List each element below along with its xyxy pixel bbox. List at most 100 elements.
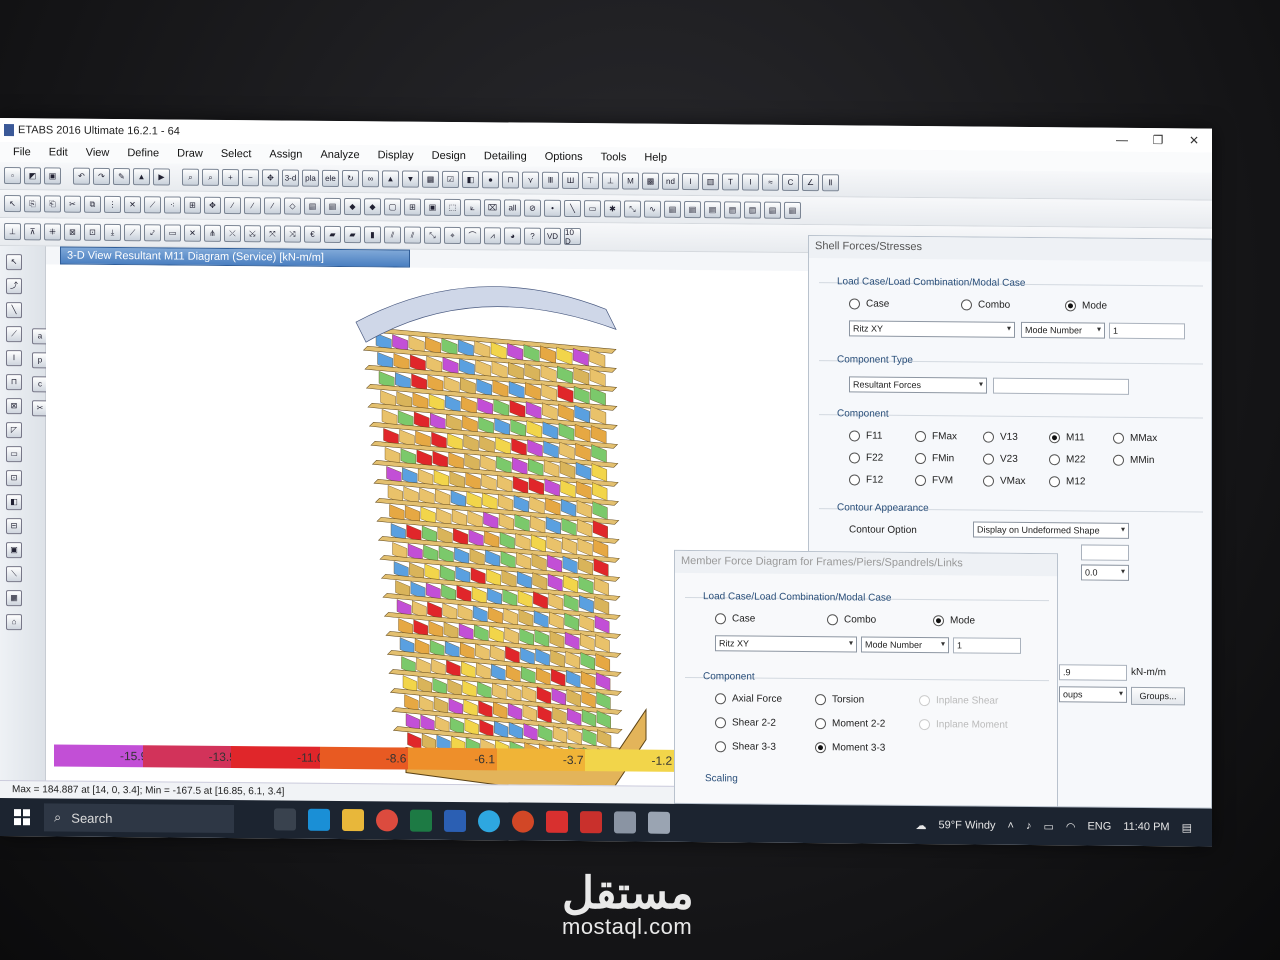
moment-3-3-radio[interactable]: Moment 3-3 [815,742,885,754]
close-button[interactable]: ✕ [1176,133,1212,147]
component-fmax-radio[interactable]: FMax [915,430,957,442]
tendon-icon[interactable]: ⫽ [404,226,421,244]
time-history-icon[interactable]: ⩘ [484,227,501,245]
strip-assign-icon[interactable]: ⤡ [424,226,441,244]
zoom-restore-icon[interactable]: ⌕ [202,168,219,186]
deformed-shape-icon[interactable]: M [622,172,639,190]
calculator-icon[interactable] [614,811,636,834]
menu-options[interactable]: Options [536,151,592,163]
groups-select[interactable]: oups ▾ [1059,686,1127,703]
shear-2-2-radio[interactable]: Shear 2-2 [715,717,776,729]
link-icon[interactable]: ⤧ [264,225,281,243]
query-icon[interactable]: ? [524,227,541,245]
curve-icon[interactable]: ⌒ [464,227,481,245]
strip-icon[interactable]: ≈ [762,173,779,191]
coordinate-icon[interactable]: ⌖ [444,226,461,245]
component-fvm-radio[interactable]: FVM [915,474,953,486]
glasses-icon[interactable]: ∞ [362,170,379,188]
diamond2-icon[interactable]: ◆ [344,198,361,216]
menu-design[interactable]: Design [423,150,475,162]
member-mode-value-field[interactable]: 1 [953,637,1021,654]
shear-3-3-radio[interactable]: Shear 3-3 [715,741,776,753]
component-vmax-radio[interactable]: VMax [983,475,1026,487]
wall-icon[interactable]: Ⅲ [542,171,559,189]
copy-icon[interactable]: ⎘ [24,195,41,213]
shell-mode-number-select[interactable]: Mode Number ▾ [1021,321,1105,339]
paste-icon[interactable]: ⎗ [44,195,61,213]
open-icon[interactable]: ◩ [24,167,41,185]
sphere-icon[interactable]: ● [482,171,499,189]
draw-opening-icon[interactable]: ⊡ [6,470,22,487]
deselect-icon[interactable]: ⊘ [524,199,541,217]
display-options-icon[interactable]: ◧ [462,171,479,189]
stack6-icon[interactable]: ▤ [764,201,781,219]
object-shrink-icon[interactable]: ▦ [422,170,439,188]
member-load-select[interactable]: Ritz XY ▾ [715,635,857,653]
draw-column-icon[interactable]: I [6,350,22,367]
line-load-icon[interactable]: ⟋ [124,224,141,242]
new-model-icon[interactable]: ▫ [4,167,21,185]
draw-brace-icon[interactable]: ⤡ [624,200,641,218]
move-down-icon[interactable]: ▼ [402,170,419,188]
draw-section-cut-icon[interactable]: ⌂ [6,614,22,631]
draw-wave-icon[interactable]: ∿ [644,200,661,218]
axial-force-radio[interactable]: Axial Force [715,693,782,705]
stack4-icon[interactable]: ▤ [724,201,741,219]
chrome-icon[interactable] [376,809,398,832]
draw-line-icon[interactable]: ╲ [564,199,581,218]
deck-icon[interactable]: ▰ [324,225,341,243]
stack3-icon[interactable]: ▤ [704,201,721,219]
wifi-icon[interactable]: ◠ [1066,820,1076,833]
diagonal-icon[interactable]: ⟋ [144,196,161,214]
zoom-out-icon[interactable]: − [242,169,259,187]
t-section-icon[interactable]: T [722,173,739,191]
moment-2-2-radio[interactable]: Moment 2-2 [815,718,885,730]
menu-draw[interactable]: Draw [168,147,212,160]
clock[interactable]: 11:40 PM [1123,821,1169,833]
component-f11-radio[interactable]: F11 [849,430,883,442]
draw-floor-icon[interactable]: ◸ [6,422,22,439]
assign-icon[interactable]: ⊥ [4,223,21,241]
menu-display[interactable]: Display [369,149,423,161]
stack5-icon[interactable]: ▤ [744,201,761,219]
stack-icon[interactable]: ▤ [664,200,681,218]
autocad-icon[interactable] [580,811,602,834]
rotate-icon[interactable]: ↻ [342,169,359,188]
component-mmax-radio[interactable]: MMax [1113,432,1157,444]
powerpoint-icon[interactable] [512,810,534,833]
menu-select[interactable]: Select [212,148,261,160]
reshape-icon[interactable]: ⤴ [6,278,22,295]
component-m12-radio[interactable]: M12 [1049,476,1085,487]
square-icon[interactable]: ▣ [424,198,441,216]
component-fmin-radio[interactable]: FMin [915,452,954,464]
pointer-icon[interactable]: ↖ [6,254,22,271]
component-v23-radio[interactable]: V23 [983,453,1018,465]
windows-start-icon[interactable] [14,809,30,826]
clear-selection-icon[interactable]: ⌧ [484,199,501,217]
mesh-icon[interactable]: ⊞ [404,198,421,216]
shell-load-select[interactable]: Ritz XY ▾ [849,320,1015,338]
contour-range-select[interactable]: 0.0 ▾ [1081,564,1129,581]
menu-view[interactable]: View [77,147,119,159]
torsion-radio[interactable]: Torsion [815,694,864,706]
groups-button[interactable]: Groups... [1131,686,1185,706]
panel2-icon[interactable]: ▤ [324,197,341,215]
lock-icon[interactable]: ▲ [133,168,150,186]
zoom-window-icon[interactable]: ⌕ [182,168,199,186]
draw-frame-icon[interactable]: ⟋ [6,326,22,343]
column-icon[interactable]: Ш [562,171,579,190]
component-m22-radio[interactable]: M22 [1049,454,1085,465]
grid-icon[interactable]: ⋮ [104,195,121,214]
wall-panel-icon[interactable]: ▮ [364,226,381,244]
member-combo-radio[interactable]: Combo [827,614,876,626]
word-icon[interactable] [444,809,466,833]
shell-combo-radio[interactable]: Combo [961,299,1010,311]
draw-beam-icon[interactable]: ⊓ [6,374,22,391]
intersect-icon[interactable]: ⟀ [464,199,481,217]
member-mode-number-select[interactable]: Mode Number ▾ [861,636,949,654]
hinge-icon[interactable]: ⤨ [284,225,301,243]
ten-d-icon[interactable]: 10 D [564,227,581,245]
diaphragm-icon[interactable]: ⊠ [64,223,81,241]
draw-dimension-icon[interactable]: ⟍ [6,566,22,583]
volume-icon[interactable]: ♪ [1026,820,1032,832]
